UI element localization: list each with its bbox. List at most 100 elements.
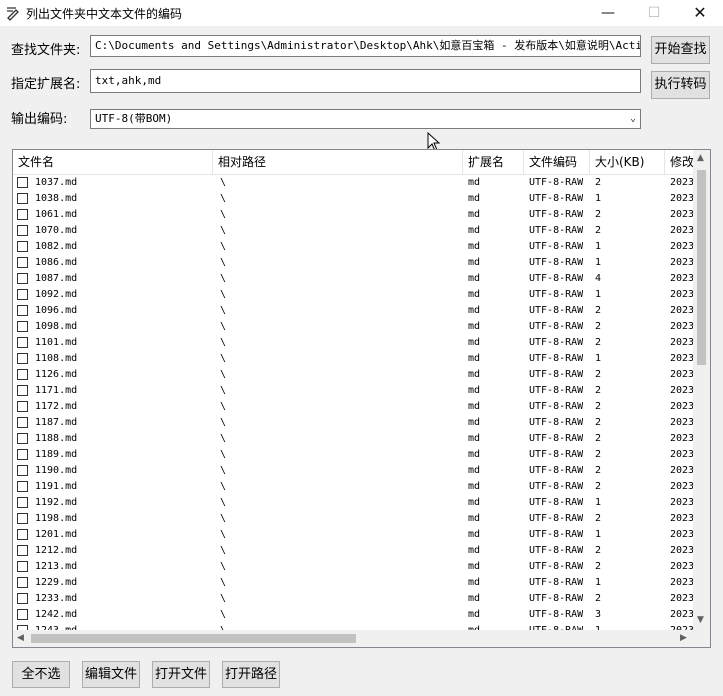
close-button[interactable]: ✕ bbox=[677, 0, 723, 26]
table-row[interactable]: 1098.md \ md UTF-8-RAW 2 2023 bbox=[13, 319, 693, 335]
table-row[interactable]: 1171.md \ md UTF-8-RAW 2 2023 bbox=[13, 383, 693, 399]
row-checkbox[interactable] bbox=[17, 577, 28, 588]
select-none-button[interactable]: 全不选 bbox=[12, 661, 70, 688]
row-checkbox[interactable] bbox=[17, 529, 28, 540]
search-button[interactable]: 开始查找 bbox=[651, 36, 710, 64]
row-checkbox[interactable] bbox=[17, 225, 28, 236]
table-row[interactable]: 1201.md \ md UTF-8-RAW 1 2023 bbox=[13, 527, 693, 543]
column-header-encoding[interactable]: 文件编码 bbox=[524, 150, 590, 174]
cell-size: 2 bbox=[595, 593, 602, 604]
encoding-select[interactable]: UTF-8(带BOM) ⌄ bbox=[90, 109, 641, 129]
table-row[interactable]: 1187.md \ md UTF-8-RAW 2 2023 bbox=[13, 415, 693, 431]
open-file-button[interactable]: 打开文件 bbox=[152, 661, 210, 688]
horizontal-scrollbar[interactable]: ◀ ▶ bbox=[13, 630, 693, 647]
row-checkbox[interactable] bbox=[17, 513, 28, 524]
extension-label: 指定扩展名: bbox=[11, 77, 81, 92]
triangle-right-icon[interactable]: ▶ bbox=[680, 633, 687, 643]
row-checkbox[interactable] bbox=[17, 257, 28, 268]
table-row[interactable]: 1101.md \ md UTF-8-RAW 2 2023 bbox=[13, 335, 693, 351]
cell-path: \ bbox=[220, 257, 227, 268]
horizontal-scroll-thumb[interactable] bbox=[31, 634, 356, 643]
cell-encoding: UTF-8-RAW bbox=[529, 465, 584, 476]
table-row[interactable]: 1242.md \ md UTF-8-RAW 3 2023 bbox=[13, 607, 693, 623]
row-checkbox[interactable] bbox=[17, 497, 28, 508]
table-row[interactable]: 1190.md \ md UTF-8-RAW 2 2023 bbox=[13, 463, 693, 479]
window-title: 列出文件夹中文本文件的编码 bbox=[26, 7, 183, 21]
title-bar: 列出文件夹中文本文件的编码 — ☐ ✕ bbox=[0, 0, 723, 26]
row-checkbox[interactable] bbox=[17, 369, 28, 380]
row-checkbox[interactable] bbox=[17, 289, 28, 300]
row-checkbox[interactable] bbox=[17, 417, 28, 428]
vertical-scroll-thumb[interactable] bbox=[697, 170, 706, 365]
row-checkbox[interactable] bbox=[17, 465, 28, 476]
row-checkbox[interactable] bbox=[17, 449, 28, 460]
table-row[interactable]: 1243.md \ md UTF-8-RAW 1 2023 bbox=[13, 623, 693, 630]
row-checkbox[interactable] bbox=[17, 353, 28, 364]
table-row[interactable]: 1191.md \ md UTF-8-RAW 2 2023 bbox=[13, 479, 693, 495]
table-row[interactable]: 1172.md \ md UTF-8-RAW 2 2023 bbox=[13, 399, 693, 415]
edit-file-button[interactable]: 编辑文件 bbox=[82, 661, 140, 688]
table-row[interactable]: 1087.md \ md UTF-8-RAW 4 2023 bbox=[13, 271, 693, 287]
row-checkbox[interactable] bbox=[17, 273, 28, 284]
column-header-filename[interactable]: 文件名 bbox=[13, 150, 213, 174]
cell-size: 2 bbox=[595, 337, 602, 348]
table-row[interactable]: 1229.md \ md UTF-8-RAW 1 2023 bbox=[13, 575, 693, 591]
minimize-button[interactable]: — bbox=[585, 0, 631, 26]
table-row[interactable]: 1192.md \ md UTF-8-RAW 1 2023 bbox=[13, 495, 693, 511]
cell-filename: 1087.md bbox=[35, 273, 78, 284]
folder-path-input[interactable]: C:\Documents and Settings\Administrator\… bbox=[90, 35, 641, 57]
cell-extension: md bbox=[468, 337, 481, 348]
table-row[interactable]: 1037.md \ md UTF-8-RAW 2 2023 bbox=[13, 175, 693, 191]
row-checkbox[interactable] bbox=[17, 305, 28, 316]
table-row[interactable]: 1092.md \ md UTF-8-RAW 1 2023 bbox=[13, 287, 693, 303]
table-row[interactable]: 1070.md \ md UTF-8-RAW 2 2023 bbox=[13, 223, 693, 239]
open-path-button[interactable]: 打开路径 bbox=[222, 661, 280, 688]
table-row[interactable]: 1061.md \ md UTF-8-RAW 2 2023 bbox=[13, 207, 693, 223]
cell-path: \ bbox=[220, 593, 227, 604]
cell-filename: 1188.md bbox=[35, 433, 78, 444]
row-checkbox[interactable] bbox=[17, 593, 28, 604]
vertical-scrollbar[interactable]: ▲ ▼ bbox=[693, 150, 710, 630]
row-checkbox[interactable] bbox=[17, 433, 28, 444]
column-header-size[interactable]: 大小(KB) bbox=[590, 150, 665, 174]
cell-encoding: UTF-8-RAW bbox=[529, 401, 584, 412]
row-checkbox[interactable] bbox=[17, 385, 28, 396]
cell-path: \ bbox=[220, 433, 227, 444]
convert-button[interactable]: 执行转码 bbox=[651, 71, 710, 99]
cell-path: \ bbox=[220, 305, 227, 316]
row-checkbox[interactable] bbox=[17, 241, 28, 252]
row-checkbox[interactable] bbox=[17, 193, 28, 204]
row-checkbox[interactable] bbox=[17, 337, 28, 348]
file-list[interactable]: 文件名 相对路径 扩展名 文件编码 大小(KB) 修改 1037.md \ md UT… bbox=[12, 149, 711, 648]
table-row[interactable]: 1198.md \ md UTF-8-RAW 2 2023 bbox=[13, 511, 693, 527]
column-header-path[interactable]: 相对路径 bbox=[213, 150, 463, 174]
table-row[interactable]: 1212.md \ md UTF-8-RAW 2 2023 bbox=[13, 543, 693, 559]
table-row[interactable]: 1213.md \ md UTF-8-RAW 2 2023 bbox=[13, 559, 693, 575]
row-checkbox[interactable] bbox=[17, 401, 28, 412]
row-checkbox[interactable] bbox=[17, 481, 28, 492]
column-header-extension[interactable]: 扩展名 bbox=[463, 150, 524, 174]
maximize-button[interactable]: ☐ bbox=[631, 0, 677, 26]
row-checkbox[interactable] bbox=[17, 209, 28, 220]
cell-path: \ bbox=[220, 353, 227, 364]
extension-input[interactable]: txt,ahk,md bbox=[90, 69, 641, 93]
table-row[interactable]: 1082.md \ md UTF-8-RAW 1 2023 bbox=[13, 239, 693, 255]
triangle-down-icon[interactable]: ▼ bbox=[697, 615, 704, 625]
table-row[interactable]: 1086.md \ md UTF-8-RAW 1 2023 bbox=[13, 255, 693, 271]
row-checkbox[interactable] bbox=[17, 609, 28, 620]
triangle-up-icon[interactable]: ▲ bbox=[697, 153, 704, 163]
row-checkbox[interactable] bbox=[17, 321, 28, 332]
table-row[interactable]: 1188.md \ md UTF-8-RAW 2 2023 bbox=[13, 431, 693, 447]
scrollbar-corner bbox=[693, 630, 710, 647]
cell-filename: 1092.md bbox=[35, 289, 78, 300]
table-row[interactable]: 1189.md \ md UTF-8-RAW 2 2023 bbox=[13, 447, 693, 463]
table-row[interactable]: 1233.md \ md UTF-8-RAW 2 2023 bbox=[13, 591, 693, 607]
row-checkbox[interactable] bbox=[17, 177, 28, 188]
row-checkbox[interactable] bbox=[17, 545, 28, 556]
row-checkbox[interactable] bbox=[17, 561, 28, 572]
triangle-left-icon[interactable]: ◀ bbox=[17, 633, 24, 643]
table-row[interactable]: 1038.md \ md UTF-8-RAW 1 2023 bbox=[13, 191, 693, 207]
table-row[interactable]: 1096.md \ md UTF-8-RAW 2 2023 bbox=[13, 303, 693, 319]
table-row[interactable]: 1126.md \ md UTF-8-RAW 2 2023 bbox=[13, 367, 693, 383]
table-row[interactable]: 1108.md \ md UTF-8-RAW 1 2023 bbox=[13, 351, 693, 367]
